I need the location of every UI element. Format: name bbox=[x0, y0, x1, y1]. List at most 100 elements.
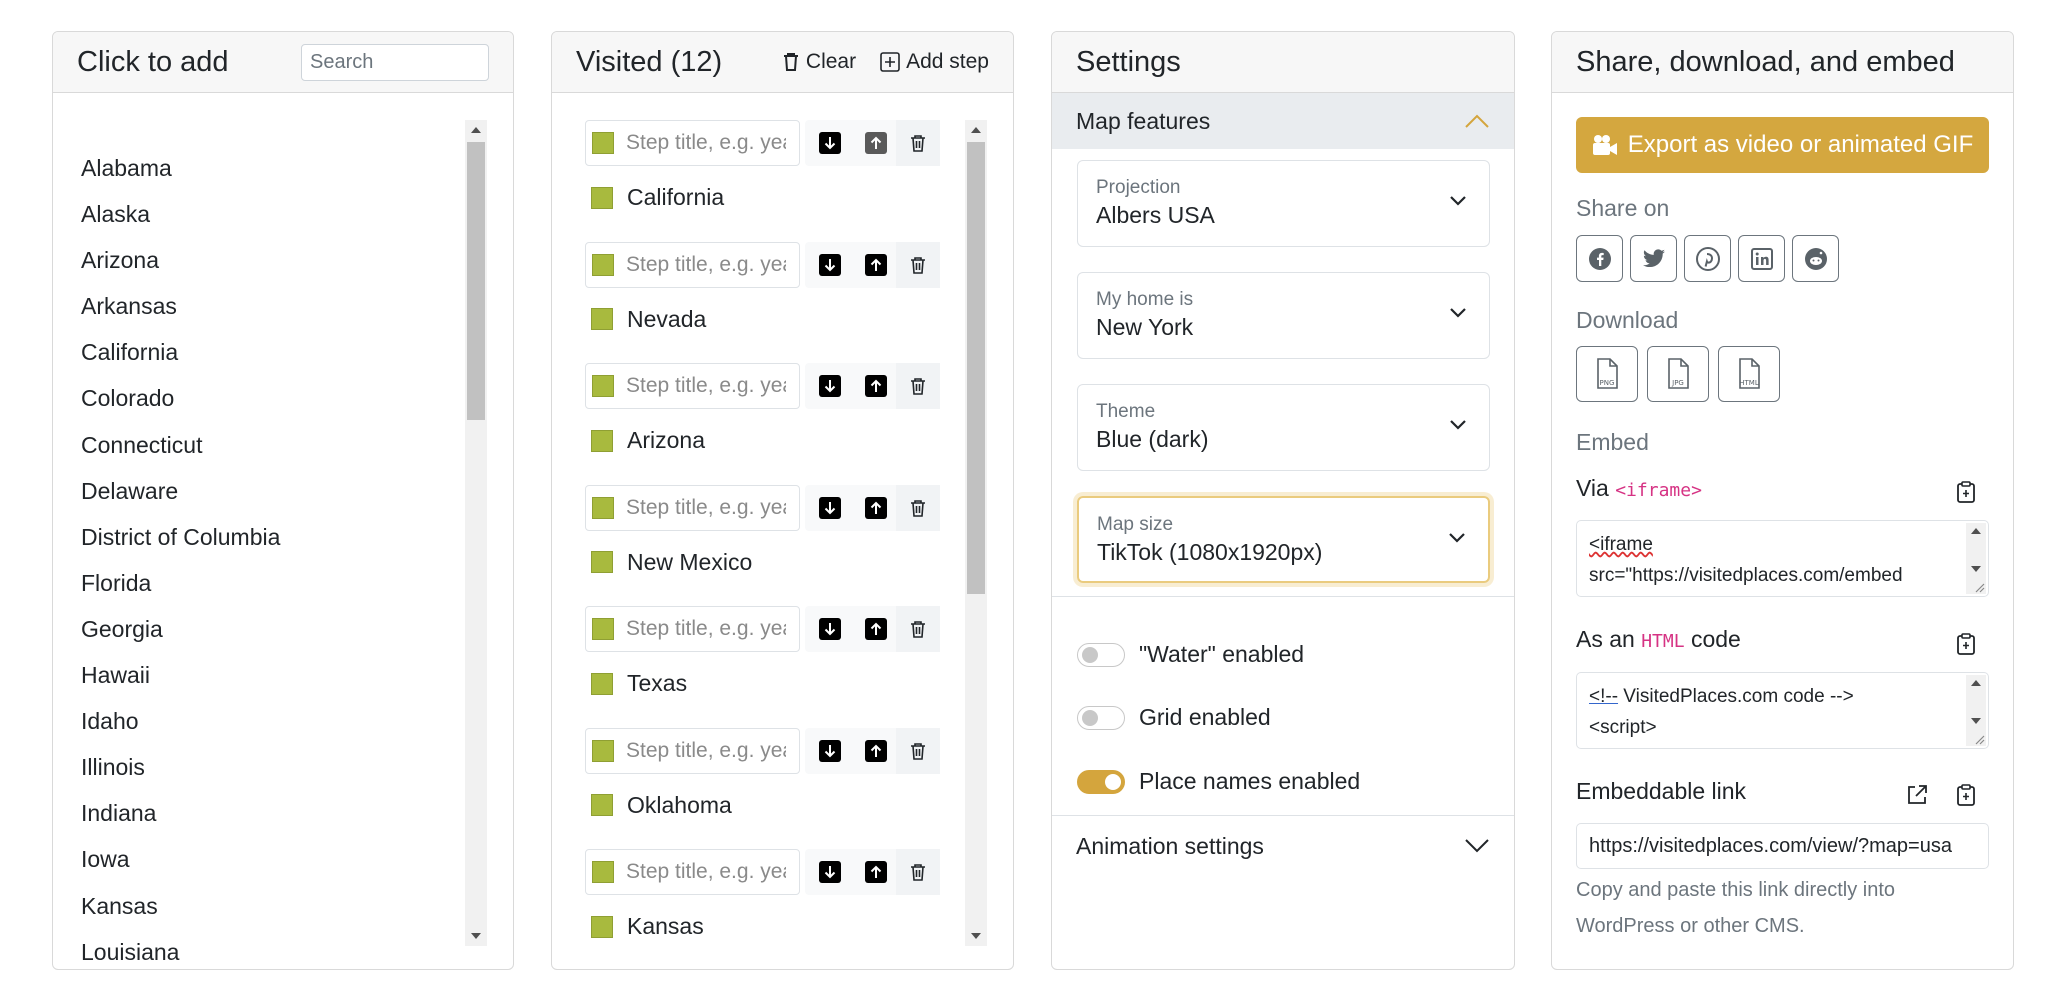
export-video-button[interactable]: Export as video or animated GIF bbox=[1576, 117, 1989, 173]
place-names-toggle[interactable] bbox=[1077, 769, 1125, 794]
state-list-item[interactable]: Connecticut bbox=[81, 430, 461, 476]
copy-link-icon[interactable] bbox=[1956, 784, 1976, 806]
share-twitter-button[interactable] bbox=[1630, 235, 1677, 282]
state-list-item[interactable]: Alabama bbox=[81, 153, 461, 199]
state-list-item[interactable]: Colorado bbox=[81, 383, 461, 429]
step-title-input[interactable]: Step title, e.g. year bbox=[585, 849, 800, 895]
step-title-placeholder: Step title, e.g. year bbox=[626, 860, 786, 883]
color-swatch[interactable] bbox=[592, 253, 614, 276]
scroll-up-arrow[interactable] bbox=[1971, 528, 1981, 534]
move-down-button[interactable] bbox=[819, 618, 841, 640]
animation-settings-accordion[interactable]: Animation settings bbox=[1052, 816, 1514, 876]
delete-step-button[interactable] bbox=[896, 120, 940, 166]
resize-grip-icon[interactable] bbox=[1973, 733, 1985, 745]
move-down-button[interactable] bbox=[819, 253, 841, 276]
steps-scrollbar[interactable] bbox=[965, 120, 987, 946]
color-swatch[interactable] bbox=[592, 375, 614, 397]
state-list-item[interactable]: Arkansas bbox=[81, 291, 461, 337]
step-title-input[interactable]: Step title, e.g. year bbox=[585, 363, 800, 409]
search-input[interactable] bbox=[301, 43, 489, 81]
share-facebook-button[interactable] bbox=[1576, 235, 1623, 282]
share-reddit-button[interactable] bbox=[1792, 235, 1839, 282]
move-up-button[interactable] bbox=[865, 132, 887, 154]
scrollbar-thumb[interactable] bbox=[967, 142, 985, 594]
scrollbar-thumb[interactable] bbox=[467, 142, 485, 420]
water-toggle[interactable] bbox=[1077, 642, 1125, 667]
share-pinterest-button[interactable] bbox=[1684, 235, 1731, 282]
move-down-button[interactable] bbox=[819, 375, 841, 397]
delete-step-button[interactable] bbox=[896, 241, 940, 288]
download-html-button[interactable]: HTML bbox=[1718, 346, 1780, 402]
copy-html-icon[interactable] bbox=[1956, 633, 1976, 655]
projection-select[interactable]: Projection Albers USA bbox=[1077, 160, 1490, 247]
state-list-item[interactable]: Delaware bbox=[81, 476, 461, 522]
scroll-down-arrow[interactable] bbox=[471, 933, 481, 939]
step-title-input[interactable]: Step title, e.g. year bbox=[585, 727, 800, 774]
state-list-item[interactable]: Indiana bbox=[81, 798, 461, 844]
add-step-button[interactable]: Add step bbox=[880, 50, 989, 74]
state-list-item[interactable]: Georgia bbox=[81, 614, 461, 660]
embeddable-link-input[interactable]: https://visitedplaces.com/view/?map=usa bbox=[1576, 823, 1989, 869]
delete-step-button[interactable] bbox=[896, 849, 940, 895]
scroll-up-arrow[interactable] bbox=[471, 127, 481, 133]
map-features-accordion[interactable]: Map features bbox=[1052, 93, 1514, 149]
state-list-item[interactable]: District of Columbia bbox=[81, 522, 461, 568]
grid-toggle[interactable] bbox=[1077, 705, 1125, 730]
download-png-button[interactable]: PNG bbox=[1576, 346, 1638, 402]
home-select[interactable]: My home is New York bbox=[1077, 272, 1490, 359]
copy-iframe-icon[interactable] bbox=[1956, 481, 1976, 503]
clear-label: Clear bbox=[805, 50, 857, 73]
scroll-down-arrow[interactable] bbox=[1971, 566, 1981, 572]
move-up-button[interactable] bbox=[865, 253, 887, 276]
move-up-button[interactable] bbox=[865, 861, 887, 883]
resize-grip-icon[interactable] bbox=[1973, 581, 1985, 593]
twitter-icon bbox=[1642, 248, 1665, 267]
map-size-select[interactable]: Map size TikTok (1080x1920px) bbox=[1077, 496, 1490, 583]
state-list-item[interactable]: Louisiana bbox=[81, 937, 461, 969]
move-down-button[interactable] bbox=[819, 496, 841, 519]
share-linkedin-button[interactable] bbox=[1738, 235, 1785, 282]
color-swatch[interactable] bbox=[592, 861, 614, 883]
state-list-scrollbar[interactable] bbox=[465, 120, 487, 946]
color-swatch[interactable] bbox=[592, 618, 614, 640]
theme-select[interactable]: Theme Blue (dark) bbox=[1077, 384, 1490, 471]
step-title-input[interactable]: Step title, e.g. year bbox=[585, 606, 800, 652]
scroll-down-arrow[interactable] bbox=[971, 933, 981, 939]
delete-step-button[interactable] bbox=[896, 727, 940, 774]
move-down-button[interactable] bbox=[819, 739, 841, 762]
scroll-up-arrow[interactable] bbox=[971, 127, 981, 133]
move-down-button[interactable] bbox=[819, 861, 841, 883]
move-down-button[interactable] bbox=[819, 132, 841, 154]
download-jpg-button[interactable]: JPG bbox=[1647, 346, 1709, 402]
state-list-item[interactable]: Idaho bbox=[81, 706, 461, 752]
scroll-up-arrow[interactable] bbox=[1971, 680, 1981, 686]
state-list-item[interactable]: Kansas bbox=[81, 891, 461, 937]
color-swatch[interactable] bbox=[592, 739, 614, 762]
delete-step-button[interactable] bbox=[896, 484, 940, 531]
step-title-input[interactable]: Step title, e.g. year bbox=[585, 120, 800, 166]
move-up-button[interactable] bbox=[865, 618, 887, 640]
step-title-input[interactable]: Step title, e.g. year bbox=[585, 241, 800, 288]
delete-step-button[interactable] bbox=[896, 363, 940, 409]
move-up-button[interactable] bbox=[865, 375, 887, 397]
state-list-item[interactable]: California bbox=[81, 337, 461, 383]
state-list-item[interactable]: Arizona bbox=[81, 245, 461, 291]
iframe-code-textarea[interactable]: <iframe src="https://visitedplaces.com/e… bbox=[1576, 520, 1989, 597]
step-title-placeholder: Step title, e.g. year bbox=[626, 252, 786, 276]
state-list-item[interactable]: Hawaii bbox=[81, 660, 461, 706]
color-swatch[interactable] bbox=[592, 496, 614, 519]
state-list-item[interactable]: Alaska bbox=[81, 199, 461, 245]
open-external-icon[interactable] bbox=[1906, 784, 1928, 806]
move-up-button[interactable] bbox=[865, 739, 887, 762]
state-list-item[interactable]: Illinois bbox=[81, 752, 461, 798]
arrow-down-icon bbox=[824, 137, 836, 150]
clear-button[interactable]: Clear bbox=[782, 50, 856, 74]
state-list-item[interactable]: Florida bbox=[81, 568, 461, 614]
state-list-item[interactable]: Iowa bbox=[81, 844, 461, 890]
color-swatch[interactable] bbox=[592, 132, 614, 154]
move-up-button[interactable] bbox=[865, 496, 887, 519]
html-code-textarea[interactable]: <!-- VisitedPlaces.com code --> <script> bbox=[1576, 672, 1989, 749]
step-title-input[interactable]: Step title, e.g. year bbox=[585, 484, 800, 531]
delete-step-button[interactable] bbox=[896, 606, 940, 652]
scroll-down-arrow[interactable] bbox=[1971, 718, 1981, 724]
